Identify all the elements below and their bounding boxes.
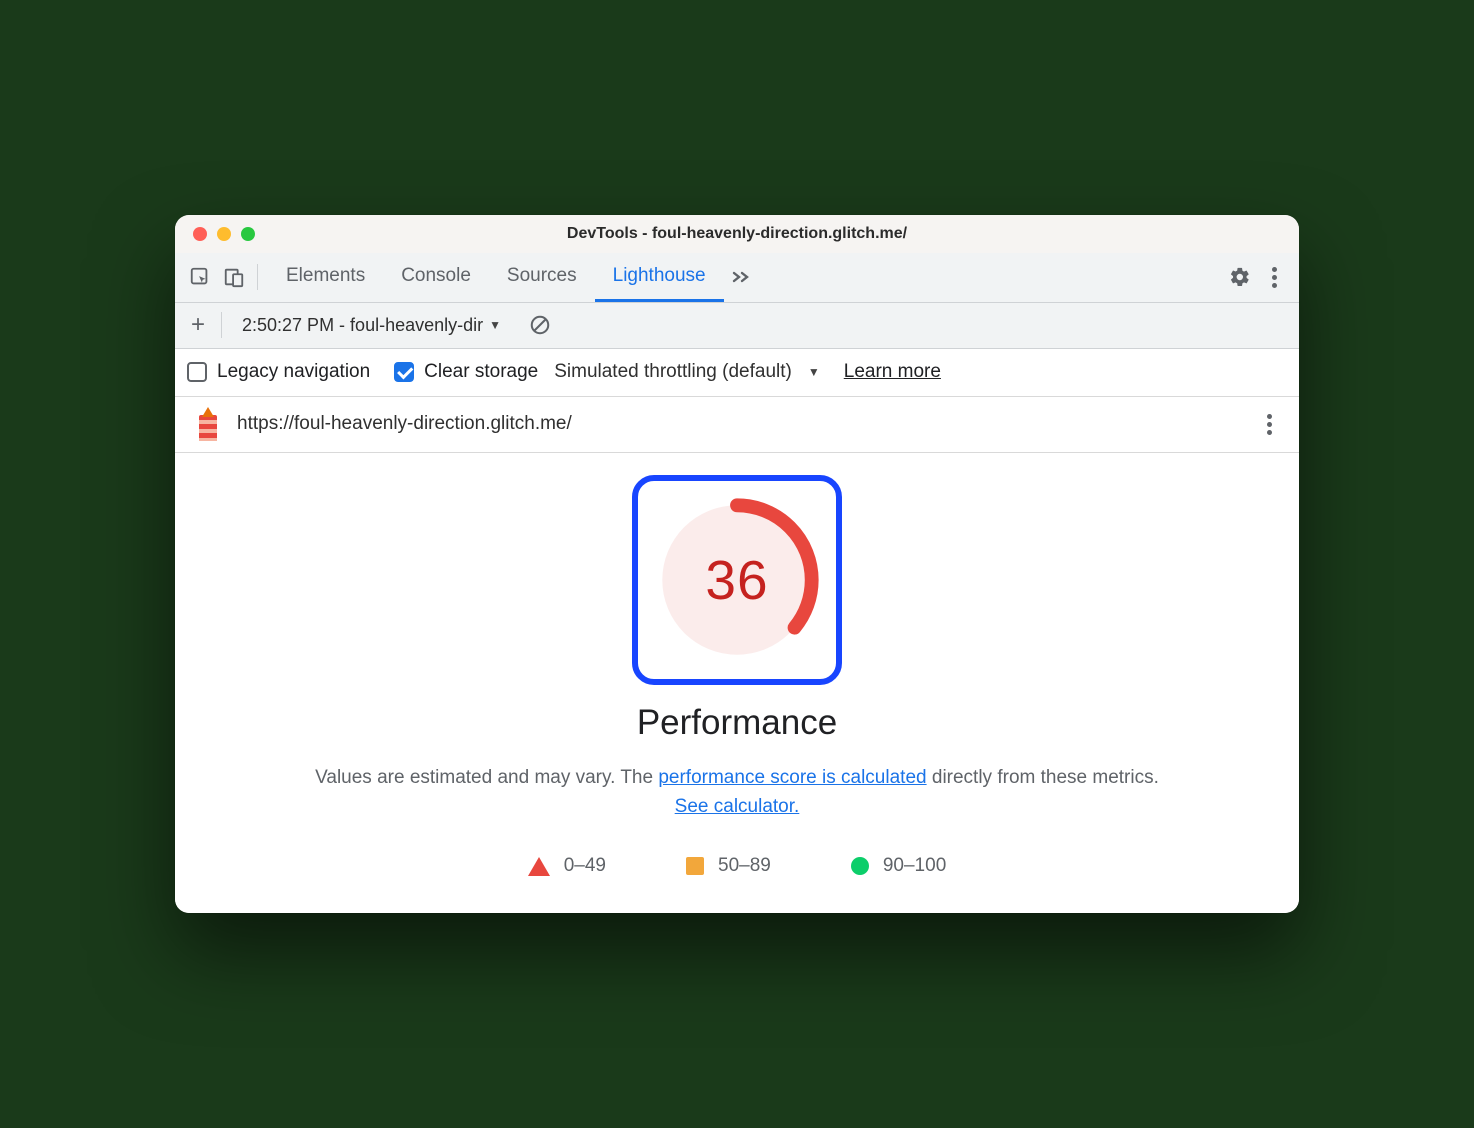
desc-text: Values are estimated and may vary. The xyxy=(315,767,658,788)
divider xyxy=(257,264,258,290)
legacy-navigation-checkbox[interactable] xyxy=(187,362,207,382)
lighthouse-report: 36 Performance Values are estimated and … xyxy=(175,453,1299,914)
tab-sources[interactable]: Sources xyxy=(489,253,595,302)
divider xyxy=(221,312,222,338)
report-url: https://foul-heavenly-direction.glitch.m… xyxy=(237,413,1243,435)
triangle-icon xyxy=(528,857,550,876)
close-window-button[interactable] xyxy=(193,227,207,241)
square-icon xyxy=(686,857,704,875)
inspect-element-icon[interactable] xyxy=(183,260,217,294)
more-options-icon[interactable] xyxy=(1257,260,1291,294)
legend-fail: 0–49 xyxy=(528,855,606,877)
chevron-down-icon: ▼ xyxy=(808,365,820,379)
new-report-button[interactable]: + xyxy=(181,308,215,342)
legend-label: 0–49 xyxy=(564,855,606,877)
tab-elements[interactable]: Elements xyxy=(268,253,383,302)
lighthouse-icon xyxy=(193,407,223,441)
see-calculator-link[interactable]: See calculator. xyxy=(675,796,800,817)
settings-icon[interactable] xyxy=(1223,260,1257,294)
performance-gauge[interactable]: 36 xyxy=(654,497,820,663)
legend-label: 90–100 xyxy=(883,855,946,877)
devtools-window: DevTools - foul-heavenly-direction.glitc… xyxy=(175,215,1299,914)
tab-lighthouse[interactable]: Lighthouse xyxy=(595,253,724,302)
legend-pass: 90–100 xyxy=(851,855,946,877)
throttling-select[interactable]: Simulated throttling (default) ▼ xyxy=(554,361,820,383)
lighthouse-toolbar: + 2:50:27 PM - foul-heavenly-dir ▼ xyxy=(175,303,1299,349)
category-title: Performance xyxy=(205,703,1269,743)
legacy-navigation-label: Legacy navigation xyxy=(217,361,370,383)
clear-storage-label: Clear storage xyxy=(424,361,538,383)
devtools-tabs: Elements Console Sources Lighthouse xyxy=(175,253,1299,303)
chevron-down-icon: ▼ xyxy=(489,318,501,332)
legend-average: 50–89 xyxy=(686,855,771,877)
clear-storage-checkbox[interactable] xyxy=(394,362,414,382)
category-description: Values are estimated and may vary. The p… xyxy=(307,763,1167,822)
clear-report-icon[interactable] xyxy=(523,308,557,342)
performance-score: 36 xyxy=(654,497,820,663)
desc-text: directly from these metrics. xyxy=(927,767,1159,788)
throttling-label: Simulated throttling (default) xyxy=(554,361,792,383)
window-title: DevTools - foul-heavenly-direction.glitc… xyxy=(175,225,1299,243)
circle-icon xyxy=(851,857,869,875)
report-url-bar: https://foul-heavenly-direction.glitch.m… xyxy=(175,397,1299,453)
minimize-window-button[interactable] xyxy=(217,227,231,241)
titlebar: DevTools - foul-heavenly-direction.glitc… xyxy=(175,215,1299,253)
report-selector-label: 2:50:27 PM - foul-heavenly-dir xyxy=(242,315,483,336)
device-toolbar-icon[interactable] xyxy=(217,260,251,294)
tab-console[interactable]: Console xyxy=(383,253,489,302)
maximize-window-button[interactable] xyxy=(241,227,255,241)
learn-more-link[interactable]: Learn more xyxy=(844,361,941,383)
report-menu-button[interactable] xyxy=(1257,412,1281,436)
lighthouse-options: Legacy navigation Clear storage Simulate… xyxy=(175,349,1299,397)
score-legend: 0–49 50–89 90–100 xyxy=(205,855,1269,877)
score-highlight-frame: 36 xyxy=(632,475,842,685)
report-selector[interactable]: 2:50:27 PM - foul-heavenly-dir ▼ xyxy=(232,310,511,340)
more-tabs-button[interactable] xyxy=(724,260,758,294)
tab-list: Elements Console Sources Lighthouse xyxy=(268,253,724,302)
score-calculated-link[interactable]: performance score is calculated xyxy=(658,767,926,788)
window-controls xyxy=(175,227,255,241)
legend-label: 50–89 xyxy=(718,855,771,877)
